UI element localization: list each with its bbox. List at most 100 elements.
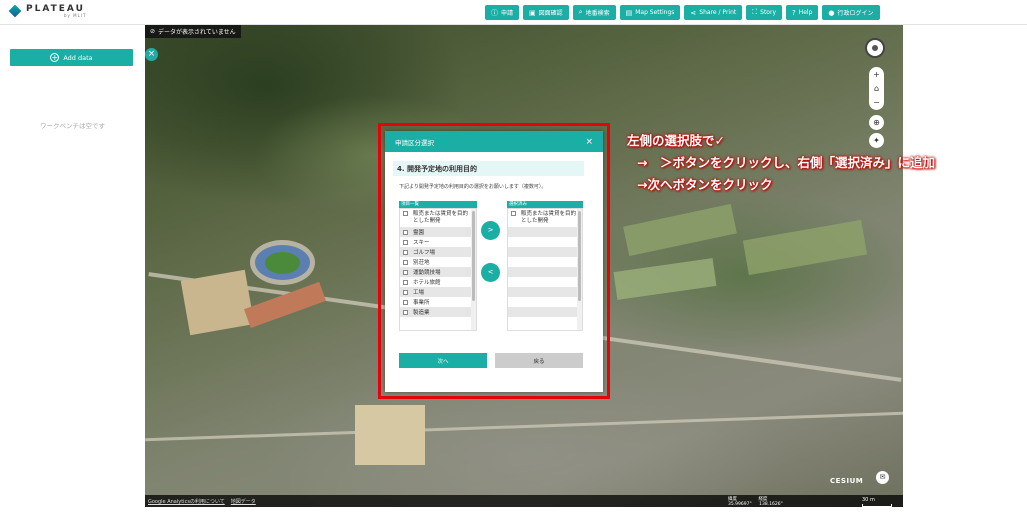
item-label: ゴルフ場 [413,250,436,256]
help-icon: ? [792,8,796,17]
ground [180,269,255,336]
checkbox[interactable] [403,229,408,235]
zoom-out-icon[interactable]: − [873,98,880,107]
checkbox[interactable] [403,259,408,265]
map-data-link[interactable]: 地図データ [231,498,256,505]
zoom-in-icon[interactable]: + [873,70,880,79]
next-button[interactable]: 次へ [399,353,487,368]
nav-label: Map Settings [635,9,675,16]
checkbox[interactable] [403,249,408,255]
stadium [250,240,315,285]
instruction-text: 下記より開発予定地の利用目的の選択をお願いします（複数可）。 [399,184,547,190]
nav-share-button[interactable]: ⋖ Share / Print [684,5,743,20]
empty-row [508,277,582,287]
nav-label: Share / Print [699,9,737,16]
map-footer: Google Analyticsの利用について 地図データ [145,495,903,507]
workbench-empty-text: ワークベンチは空です [40,122,105,130]
nav-map-settings-button[interactable]: ▤ Map Settings [619,5,681,20]
checkbox[interactable] [511,211,516,216]
nav-label: Help [798,9,813,16]
remove-selected-button[interactable]: < [481,263,500,282]
step-title: 4. 開発予定地の利用目的 [393,161,584,176]
list-scrollbar[interactable] [471,209,476,330]
home-icon[interactable]: ⌂ [874,84,879,93]
ground [355,405,425,465]
info-icon: ⓘ [491,8,498,17]
add-data-label: Add data [63,53,93,62]
item-label: 運動競技場 [413,270,441,276]
list-item[interactable]: スキー [400,237,476,247]
nav-label: 行政ログイン [837,10,874,17]
list-item[interactable]: 販売または賃貸を目的とした開発 [400,209,476,227]
dialog-header: 申請区分選択 × [385,131,603,152]
item-label: 霊園 [413,230,425,236]
hidden-eye-icon: ⊘ [150,28,156,35]
empty-row [508,267,582,277]
scale-bar: 30 m [862,497,892,507]
list-item[interactable]: 運動競技場 [400,267,476,277]
nav-apply-button[interactable]: ⓘ 申請 [485,5,520,20]
analytics-link[interactable]: Google Analyticsの利用について [148,498,225,505]
lon-value: 138.1626° [759,502,783,507]
item-label: 販売または賃貸を目的とした開発 [521,211,577,224]
app-header: PLATEAU by MLIT ⓘ 申請 ▣ 図面確認 ⌕ 地番検索 ▤ Map Set… [0,0,1027,25]
nav-help-button[interactable]: ? Help [786,5,819,20]
list-item[interactable]: ゴルフ場 [400,247,476,257]
top-nav: ⓘ 申請 ▣ 図面確認 ⌕ 地番検索 ▤ Map Settings ⋖ Share / P… [485,5,880,20]
list-item[interactable]: 製造業 [400,307,476,317]
selected-list-item[interactable]: 販売または賃貸を目的とした開発 [508,209,582,227]
collapse-panel-button[interactable]: × [145,48,158,61]
nav-label: 図面確認 [538,10,563,17]
coordinate-readout: 緯度 経度 35.99697° 138.1626° [728,497,783,507]
locate-icon[interactable]: ⊕ [869,115,884,130]
no-data-toast: ⊘ データが表示されていません [145,25,241,38]
item-label: 別荘地 [413,260,430,266]
nav-label: 申請 [501,10,514,17]
nav-story-button[interactable]: ⛶ Story [746,5,782,20]
lat-value: 35.99697° [728,502,752,507]
selected-items-list[interactable]: 販売または賃貸を目的とした開発 [507,208,583,331]
annotation-line-2: → ＞ボタンをクリックし、右側「選択済み」に追加 [637,155,935,170]
logo-subtext: by MLIT [64,12,87,18]
map-field [742,219,868,276]
list-item[interactable]: 別荘地 [400,257,476,267]
category-select-dialog: 申請区分選択 × 4. 開発予定地の利用目的 下記より開発予定地の利用目的の選択… [385,131,603,392]
chat-icon[interactable]: ✉ [876,471,889,484]
available-items-list[interactable]: 販売または賃貸を目的とした開発 霊園 スキー ゴルフ場 別荘地 運動競技場 ホテ… [399,208,477,331]
list-item[interactable]: ホテル旅館 [400,277,476,287]
nav-label: Story [760,9,776,16]
empty-row [508,237,582,247]
add-selected-button[interactable]: > [481,221,500,240]
back-button[interactable]: 戻る [495,353,583,368]
checkbox[interactable] [403,269,408,275]
nav-lot-search-button[interactable]: ⌕ 地番検索 [572,5,616,20]
checkbox[interactable] [403,279,408,285]
item-label: スキー [413,240,430,246]
list-item[interactable]: 工場 [400,287,476,297]
empty-row [508,247,582,257]
empty-row [508,257,582,267]
compass-icon[interactable] [865,38,885,58]
checkbox[interactable] [403,309,408,315]
list-scrollbar[interactable] [577,209,582,330]
settings-icon: ▤ [625,8,633,17]
map-field [613,258,717,300]
cesium-logo[interactable]: CESIUM [830,477,863,485]
item-label: ホテル旅館 [413,280,441,286]
checkbox[interactable] [403,299,408,305]
list-item[interactable]: 事業所 [400,297,476,307]
story-icon: ⛶ [752,8,758,16]
checkbox[interactable] [403,239,408,245]
close-icon[interactable]: × [585,137,593,147]
dialog-title: 申請区分選択 [395,138,434,147]
checkbox[interactable] [403,211,408,216]
list-item[interactable]: 霊園 [400,227,476,237]
map-road [145,411,903,442]
plateau-logo[interactable]: PLATEAU by MLIT [8,4,86,18]
nav-drawing-button[interactable]: ▣ 図面確認 [523,5,569,20]
checkbox[interactable] [403,289,408,295]
nav-admin-login-button[interactable]: ● 行政ログイン [822,5,880,20]
right-list-header: 選択済み [507,201,583,208]
map-field [623,203,737,257]
add-data-button[interactable]: + Add data [10,49,133,66]
